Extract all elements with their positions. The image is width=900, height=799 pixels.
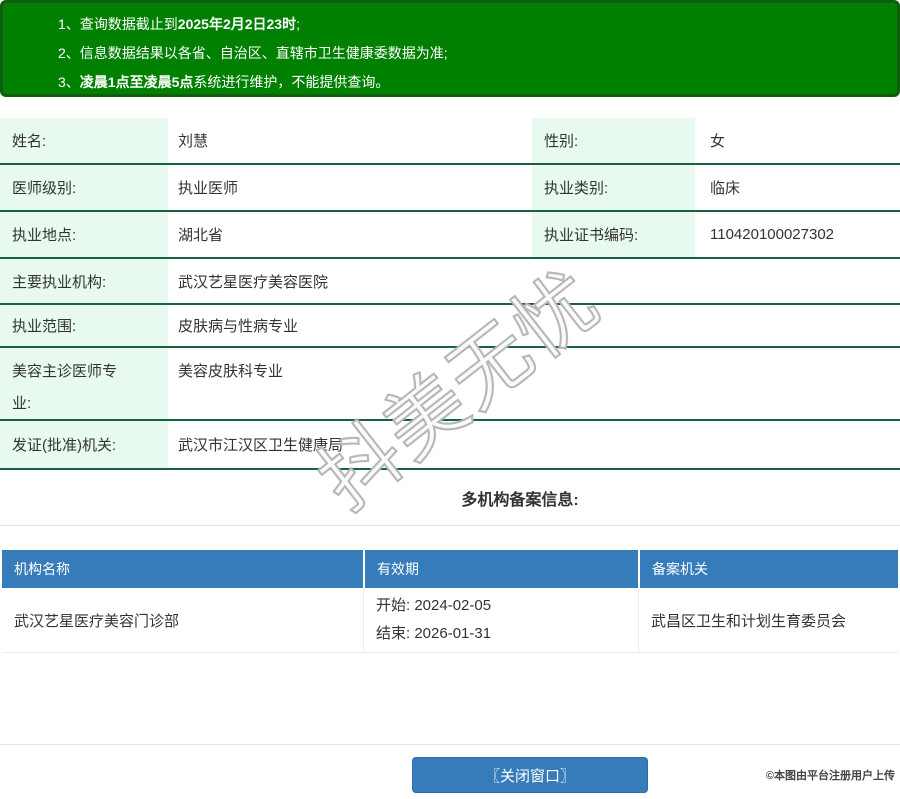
certificate-number-label: 执业证书编码: — [532, 212, 695, 257]
notice-line-1-tail: ; — [296, 16, 300, 32]
filing-table-header: 机构名称 有效期 备案机关 — [2, 550, 898, 588]
filing-table: 机构名称 有效期 备案机关 武汉艺星医疗美容门诊部 开始: 2024-02-05… — [2, 550, 898, 653]
practice-category-label: 执业类别: — [532, 165, 695, 210]
practice-location-label: 执业地点: — [0, 212, 168, 257]
doctor-level-label: 医师级别: — [0, 165, 168, 210]
practice-scope-value: 皮肤病与性病专业 — [168, 305, 900, 346]
org-name-cell: 武汉艺星医疗美容门诊部 — [2, 588, 363, 652]
cosmetic-specialty-value: 美容皮肤科专业 — [168, 348, 900, 419]
gender-label: 性别: — [532, 118, 695, 163]
info-row-issuing-authority: 发证(批准)机关: 武汉市江汉区卫生健康局 — [0, 421, 900, 470]
validity-start: 开始: 2024-02-05 — [376, 592, 491, 620]
gender-value: 女 — [695, 118, 900, 163]
cosmetic-specialty-label: 美容主诊医师专业: — [0, 348, 168, 419]
copyright-note: ©本图由平台注册用户上传 — [766, 767, 895, 783]
practice-category-value: 临床 — [695, 165, 900, 210]
validity-end: 结束: 2026-01-31 — [376, 620, 491, 648]
notice-line-3-tail: 系统进行维护，不能提供查询。 — [193, 74, 389, 90]
practitioner-info-table: 姓名: 刘慧 性别: 女 医师级别: 执业医师 执业类别: 临床 执业地点: 湖… — [0, 118, 900, 470]
notice-line-1: 1、查询数据截止到2025年2月2日23时; — [58, 10, 887, 39]
issuing-authority-label: 发证(批准)机关: — [0, 421, 168, 468]
info-row-cosmetic-specialty: 美容主诊医师专业: 美容皮肤科专业 — [0, 348, 900, 421]
validity-cell: 开始: 2024-02-05 结束: 2026-01-31 — [363, 588, 638, 652]
footer: 〖关闭窗口〗 ©本图由平台注册用户上传 — [0, 757, 900, 799]
doctor-level-value: 执业医师 — [168, 165, 532, 210]
notice-line-2: 2、信息数据结果以各省、自治区、直辖市卫生健康委数据为准; — [58, 39, 887, 68]
notice-box: 1、查询数据截止到2025年2月2日23时; 2、信息数据结果以各省、自治区、直… — [0, 0, 900, 97]
info-row-location-certno: 执业地点: 湖北省 执业证书编码: 110420100027302 — [0, 212, 900, 259]
main-institution-value: 武汉艺星医疗美容医院 — [168, 259, 900, 303]
filing-authority-column-header: 备案机关 — [638, 550, 898, 588]
issuing-authority-value: 武汉市江汉区卫生健康局 — [168, 421, 900, 468]
info-row-level-category: 医师级别: 执业医师 执业类别: 临床 — [0, 165, 900, 212]
certificate-number-value: 110420100027302 — [695, 212, 900, 257]
multi-institution-section-title: 多机构备案信息: — [70, 486, 900, 510]
info-row-practice-scope: 执业范围: 皮肤病与性病专业 — [0, 305, 900, 348]
name-value: 刘慧 — [168, 118, 532, 163]
filing-authority-cell: 武昌区卫生和计划生育委员会 — [638, 588, 898, 652]
org-name-column-header: 机构名称 — [2, 550, 363, 588]
info-row-main-institution: 主要执业机构: 武汉艺星医疗美容医院 — [0, 259, 900, 305]
footer-divider — [0, 744, 900, 745]
section-divider — [0, 525, 900, 526]
notice-line-3-text: 3、 — [58, 74, 80, 90]
info-row-name-gender: 姓名: 刘慧 性别: 女 — [0, 118, 900, 165]
practice-location-value: 湖北省 — [168, 212, 532, 257]
notice-line-3: 3、凌晨1点至凌晨5点系统进行维护，不能提供查询。 — [58, 68, 887, 97]
practice-scope-label: 执业范围: — [0, 305, 168, 346]
close-window-button[interactable]: 〖关闭窗口〗 — [412, 757, 648, 793]
notice-line-3-bold: 凌晨1点至凌晨5点 — [80, 74, 194, 90]
name-label: 姓名: — [0, 118, 168, 163]
notice-line-1-text: 1、查询数据截止到 — [58, 16, 178, 32]
validity-column-header: 有效期 — [363, 550, 638, 588]
notice-line-2-text: 2、信息数据结果以各省、自治区、直辖市卫生健康委数据为准; — [58, 45, 448, 61]
main-institution-label: 主要执业机构: — [0, 259, 168, 303]
filing-table-row: 武汉艺星医疗美容门诊部 开始: 2024-02-05 结束: 2026-01-3… — [2, 588, 898, 653]
notice-line-1-bold: 2025年2月2日23时 — [178, 16, 296, 32]
